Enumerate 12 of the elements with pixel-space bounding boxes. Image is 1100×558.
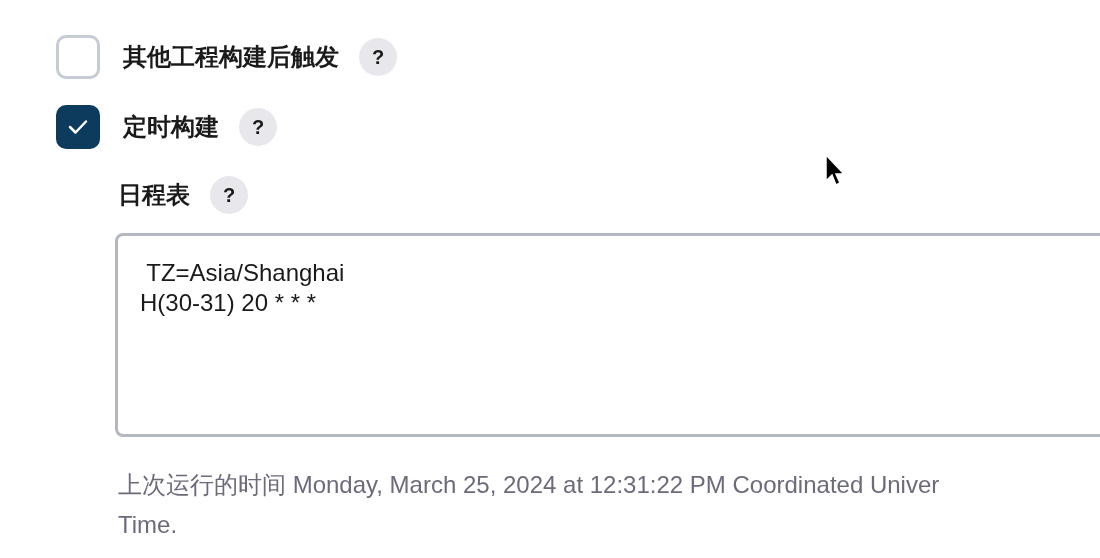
schedule-textarea[interactable]: TZ=Asia/Shanghai H(30-31) 20 * * * (115, 233, 1100, 437)
help-button[interactable]: ? (359, 38, 397, 76)
trigger-label: 定时构建 (123, 112, 219, 142)
help-button[interactable]: ? (239, 108, 277, 146)
checkbox[interactable] (56, 35, 100, 79)
check-icon (68, 119, 88, 135)
checkbox[interactable] (56, 105, 100, 149)
description-text: Time. (118, 510, 179, 540)
trigger-label: 其他工程构建后触发 (123, 42, 339, 72)
schedule-label: 日程表 (118, 180, 190, 210)
help-button[interactable]: ? (210, 176, 248, 214)
description-text: 上次运行的时间 Monday, March 25, 2024 at 12:31:22 PM Coordinated Univer (118, 470, 941, 500)
